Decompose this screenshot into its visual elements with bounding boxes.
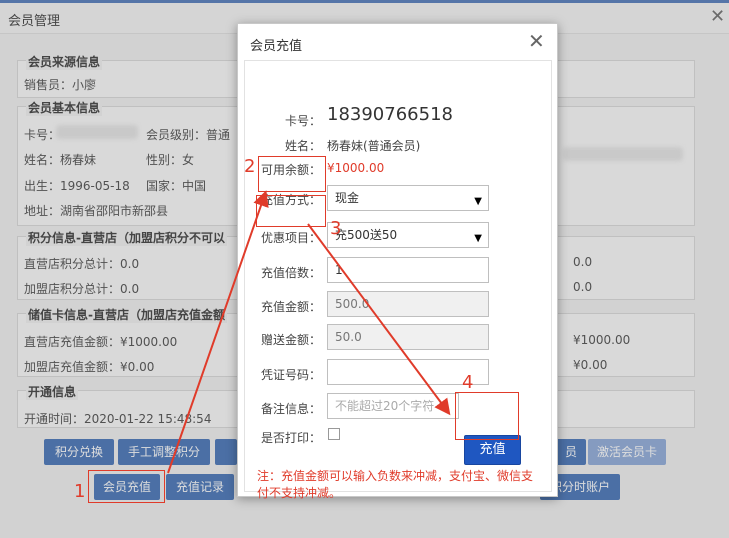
highlight-box-confirm	[455, 392, 519, 440]
step-3-label: 3	[330, 218, 342, 239]
multiple-input[interactable]: 1	[327, 257, 489, 283]
name-label: 姓名：	[284, 139, 321, 153]
print-label: 是否打印：	[260, 431, 321, 445]
highlight-box-promo	[256, 195, 326, 227]
step-4-label: 4	[462, 372, 474, 393]
card-no-label: 卡号：	[284, 114, 321, 128]
remark-label: 备注信息：	[260, 402, 321, 416]
amount-input: 500.0	[327, 291, 489, 317]
step-1-label: 1	[74, 481, 86, 502]
highlight-box-recharge-button	[88, 470, 165, 503]
bonus-input: 50.0	[327, 324, 489, 350]
remark-input[interactable]: 不能超过20个字符	[327, 393, 459, 419]
voucher-label: 凭证号码：	[260, 368, 321, 382]
method-dropdown-icon: ▼	[474, 196, 482, 207]
promo-dropdown-icon: ▼	[474, 233, 482, 244]
method-value: 现金	[335, 191, 360, 205]
print-checkbox[interactable]	[328, 428, 340, 440]
card-no-value: 18390766518	[327, 104, 453, 125]
promo-label: 优惠项目：	[260, 231, 321, 245]
dialog-close-icon[interactable]: ✕	[528, 29, 545, 53]
amount-label: 充值金额：	[260, 300, 321, 314]
recharge-note: 注：充值金额可以输入负数来冲减，支付宝、微信支付不支持冲减。	[257, 469, 534, 500]
highlight-box-method	[258, 156, 326, 192]
multiple-label: 充值倍数：	[260, 266, 321, 280]
promotion-select[interactable]: 充500送50 ▼	[327, 222, 489, 248]
dialog-title: 会员充值	[250, 39, 303, 54]
bonus-label: 赠送金额：	[260, 333, 321, 347]
promo-value: 充500送50	[335, 228, 398, 242]
step-2-label: 2	[244, 156, 256, 177]
balance-value: ¥1000.00	[327, 161, 385, 175]
payment-method-select[interactable]: 现金 ▼	[327, 185, 489, 211]
name-value: 杨春妹(普通会员)	[327, 139, 421, 153]
